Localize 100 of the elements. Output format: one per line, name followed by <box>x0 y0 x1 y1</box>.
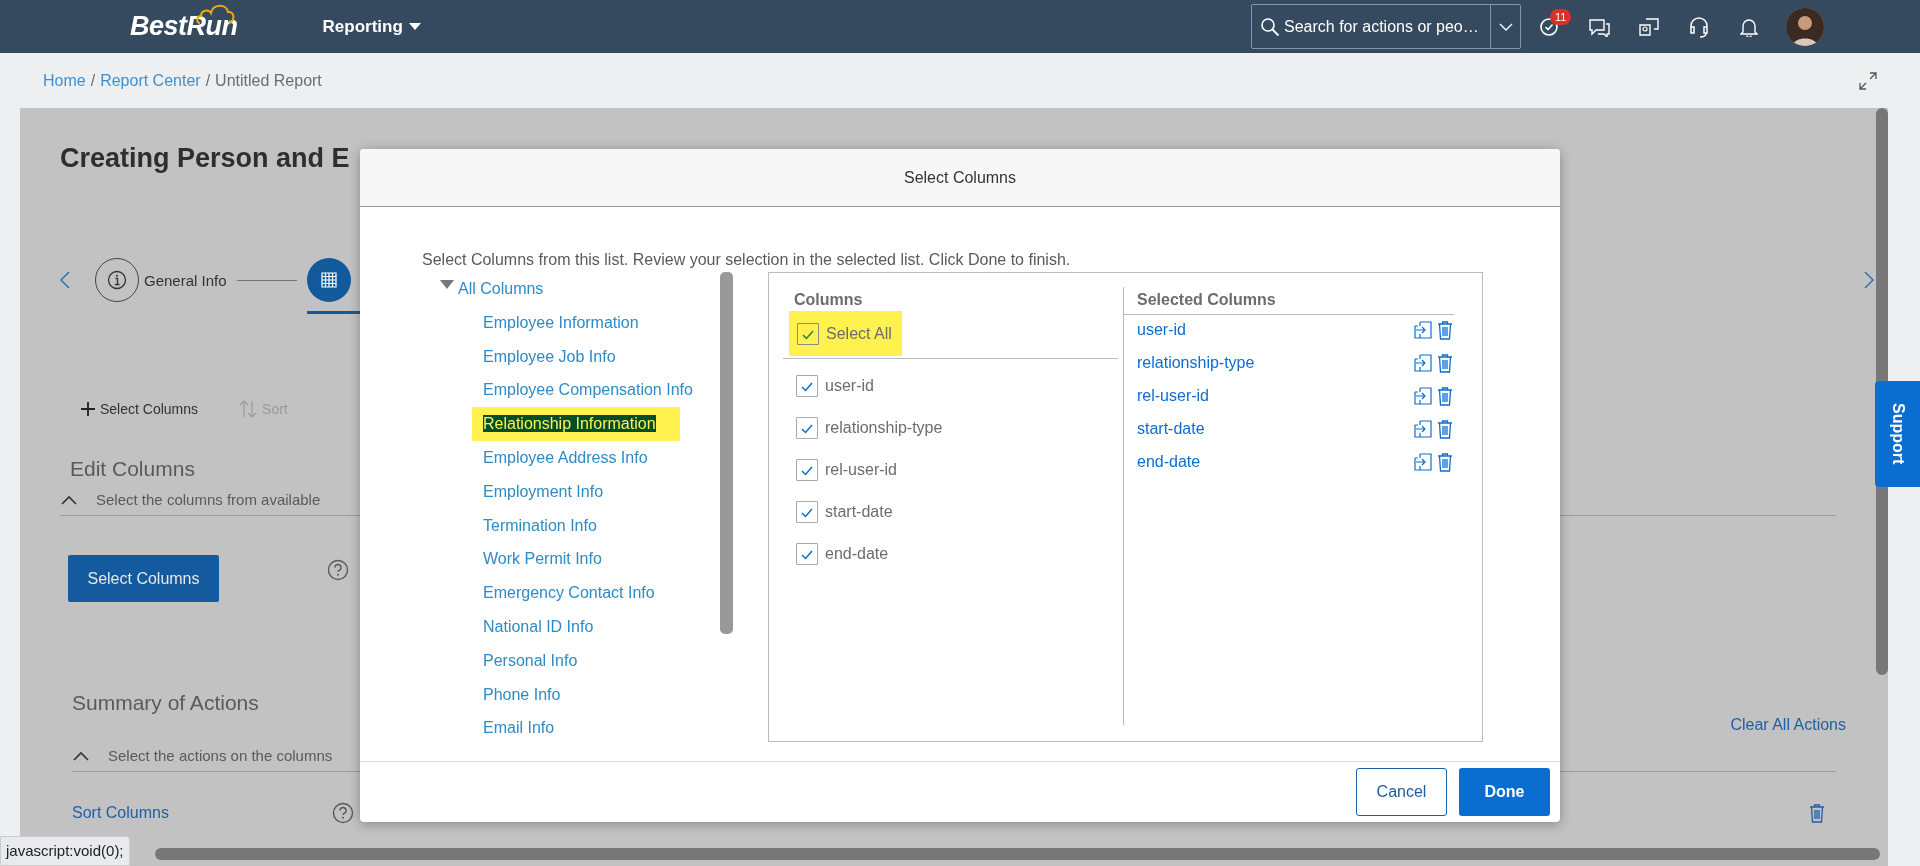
breadcrumb-separator: / <box>90 71 96 90</box>
trash-icon <box>1436 319 1454 340</box>
check-icon <box>801 466 813 476</box>
section-hint: Select the columns from available <box>96 491 321 508</box>
tree-item[interactable]: All Columns <box>458 280 544 298</box>
caret-icon <box>1498 22 1513 31</box>
chevron-right-icon <box>1864 271 1874 289</box>
sort-icon <box>238 399 259 419</box>
trash-icon <box>1436 418 1454 439</box>
tree-item[interactable]: Phone Info <box>483 685 561 703</box>
tree-item[interactable]: Employee Information <box>483 313 639 331</box>
move-button[interactable] <box>1412 320 1434 339</box>
chevron-left-icon <box>60 271 70 289</box>
select-columns-button[interactable]: Select Columns <box>68 555 219 602</box>
info-icon <box>107 270 127 290</box>
column-heading: Selected Columns <box>1124 287 1454 315</box>
checkbox-label: end-date <box>825 545 889 563</box>
scrollbar[interactable] <box>720 272 733 634</box>
checkbox[interactable] <box>796 501 818 523</box>
check-icon <box>801 508 813 518</box>
tree-item[interactable]: National ID Info <box>483 618 594 636</box>
section-title: Edit Columns <box>70 457 195 481</box>
collapse-icon <box>60 493 78 506</box>
chat-icon <box>1588 16 1610 37</box>
headset-icon <box>1688 15 1710 38</box>
checkbox[interactable] <box>796 417 818 439</box>
move-button[interactable] <box>1412 452 1434 471</box>
notification-badge: 11 <box>1550 8 1572 25</box>
trash-icon <box>1436 352 1454 373</box>
move-button[interactable] <box>1412 353 1434 372</box>
selected-column: relationship-type <box>1137 353 1412 372</box>
clear-all-link[interactable]: Clear All Actions <box>1730 716 1846 734</box>
help-icon <box>327 559 349 581</box>
search-box[interactable]: Search for actions or peo… <box>1251 4 1521 49</box>
tree-item[interactable]: Emergency Contact Info <box>483 584 655 602</box>
logo[interactable]: BestRun <box>130 1 242 42</box>
check-icon <box>801 382 813 392</box>
tree-item[interactable]: Termination Info <box>483 516 597 534</box>
grid-icon <box>318 270 339 290</box>
tree-item[interactable]: Employee Compensation Info <box>483 381 693 399</box>
user-avatar[interactable] <box>1786 7 1824 46</box>
previous-button[interactable] <box>60 271 70 289</box>
search-field[interactable]: Search for actions or peo… <box>1284 17 1490 36</box>
move-button[interactable] <box>1412 419 1434 438</box>
reporting-menu[interactable]: Reporting <box>322 16 421 37</box>
move-icon <box>1414 452 1432 471</box>
checkbox-label: rel-user-id <box>825 461 897 479</box>
move-icon <box>1414 353 1432 372</box>
tree-item[interactable]: Relationship Information <box>483 415 656 433</box>
move-icon <box>1414 320 1432 339</box>
person-icon <box>1786 7 1824 46</box>
notification-button[interactable]: 11 <box>1524 6 1574 47</box>
caret-icon <box>408 22 421 31</box>
section-title: Summary of Actions <box>72 691 259 715</box>
breadcrumb-link[interactable]: Home <box>43 71 86 90</box>
selected-column: rel-user-id <box>1137 386 1412 405</box>
wizard-step[interactable]: General Info <box>95 258 227 302</box>
collapse-icon <box>72 749 90 762</box>
move-button[interactable] <box>1412 386 1434 405</box>
breadcrumb-separator: / <box>205 71 211 90</box>
breadcrumb-current: Untitled Report <box>215 71 322 90</box>
trash-icon <box>1436 385 1454 406</box>
done-button[interactable]: Done <box>1459 768 1550 816</box>
checkbox-label: Select All <box>826 324 892 343</box>
scrollbar[interactable] <box>155 848 1880 860</box>
expand-toggle[interactable] <box>440 280 454 290</box>
checkbox[interactable] <box>797 322 819 345</box>
breadcrumb-link[interactable]: Report Center <box>100 71 201 90</box>
support-tab[interactable]: Support <box>1875 381 1920 487</box>
tree-item[interactable]: Email Info <box>483 719 555 737</box>
next-button[interactable] <box>1864 271 1874 289</box>
selected-column: start-date <box>1137 419 1412 438</box>
checkbox-label: user-id <box>825 377 874 395</box>
column-heading: Columns <box>793 290 864 310</box>
selected-column: end-date <box>1137 452 1412 471</box>
plus-icon <box>80 401 96 417</box>
trash-icon <box>1436 451 1454 472</box>
action-link[interactable]: Sort Columns <box>72 804 332 822</box>
status-url: javascript:void(0); <box>0 836 130 866</box>
trash-icon <box>1808 803 1826 823</box>
tree-item[interactable]: Personal Info <box>483 651 578 669</box>
check-icon <box>801 550 813 560</box>
expand-icon <box>1859 71 1877 90</box>
tree-item[interactable]: Employment Info <box>483 482 604 500</box>
check-icon <box>802 329 814 340</box>
section-hint: Select the actions on the columns <box>108 747 333 764</box>
checkbox[interactable] <box>796 459 818 481</box>
toolbar-button[interactable]: Select Columns <box>80 399 199 419</box>
tree-item[interactable]: Work Permit Info <box>483 550 602 568</box>
checkbox[interactable] <box>796 543 818 565</box>
move-icon <box>1414 386 1432 405</box>
tree-item[interactable]: Employee Job Info <box>483 347 616 365</box>
cancel-button[interactable]: Cancel <box>1356 768 1447 816</box>
check-icon <box>801 424 813 434</box>
page-title: Creating Person and E <box>60 143 351 174</box>
dialog-title: Select Columns <box>360 149 1560 207</box>
checkbox-label: start-date <box>825 503 893 521</box>
tree-item[interactable]: Employee Address Info <box>483 449 648 467</box>
help-icon <box>332 802 354 824</box>
checkbox[interactable] <box>796 375 818 397</box>
